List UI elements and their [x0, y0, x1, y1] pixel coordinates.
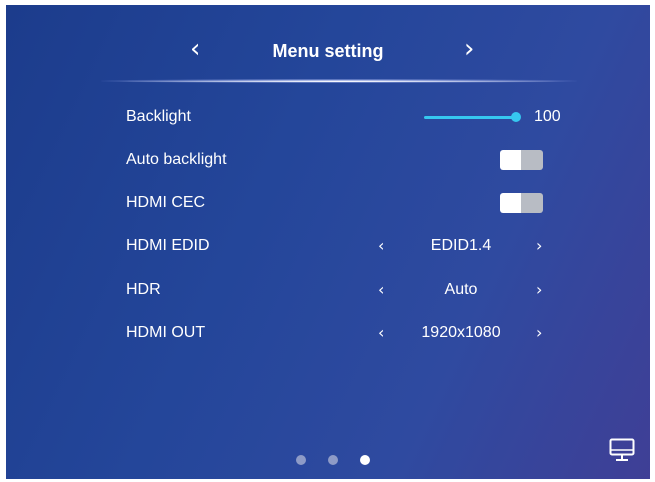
setting-row-auto-backlight: Auto backlight — [6, 145, 650, 175]
backlight-slider-handle[interactable] — [511, 112, 521, 122]
hdmi-out-value: 1920x1080 — [421, 324, 501, 341]
page-dot-1[interactable] — [296, 455, 306, 465]
backlight-label: Backlight — [126, 108, 191, 125]
menu-header: ‹ Menu setting › — [6, 33, 650, 67]
setting-row-hdmi-cec: HDMI CEC — [6, 188, 650, 218]
hdr-next-button[interactable]: › — [536, 275, 542, 305]
hdmi-out-label: HDMI OUT — [126, 324, 206, 341]
page-title: Menu setting — [272, 41, 384, 61]
backlight-value: 100 — [534, 108, 561, 125]
hdr-label: HDR — [126, 281, 161, 298]
backlight-slider[interactable] — [424, 116, 516, 119]
settings-screen: ‹ Menu setting › Backlight 100 Auto back… — [6, 5, 650, 479]
hdmi-cec-toggle[interactable] — [500, 193, 543, 213]
auto-backlight-toggle[interactable] — [500, 150, 543, 170]
hdmi-out-next-button[interactable]: › — [536, 318, 542, 348]
hdr-prev-button[interactable]: ‹ — [378, 275, 384, 305]
monitor-icon[interactable] — [609, 438, 635, 462]
hdmi-edid-label: HDMI EDID — [126, 237, 210, 254]
hdmi-out-prev-button[interactable]: ‹ — [378, 318, 384, 348]
setting-row-hdr: HDR ‹ Auto › — [6, 275, 650, 305]
hdr-value: Auto — [444, 281, 478, 298]
hdmi-cec-label: HDMI CEC — [126, 194, 206, 211]
header-divider — [116, 81, 566, 82]
page-indicator — [6, 455, 650, 465]
setting-row-backlight: Backlight 100 — [6, 102, 650, 132]
setting-row-hdmi-out: HDMI OUT ‹ 1920x1080 › — [6, 318, 650, 348]
auto-backlight-label: Auto backlight — [126, 151, 227, 168]
setting-row-hdmi-edid: HDMI EDID ‹ EDID1.4 › — [6, 231, 650, 261]
hdmi-edid-next-button[interactable]: › — [536, 231, 542, 261]
page-dot-3-active[interactable] — [360, 455, 370, 465]
hdmi-edid-prev-button[interactable]: ‹ — [378, 231, 384, 261]
hdmi-edid-value: EDID1.4 — [430, 237, 492, 254]
next-menu-button[interactable]: › — [464, 33, 474, 65]
page-dot-2[interactable] — [328, 455, 338, 465]
